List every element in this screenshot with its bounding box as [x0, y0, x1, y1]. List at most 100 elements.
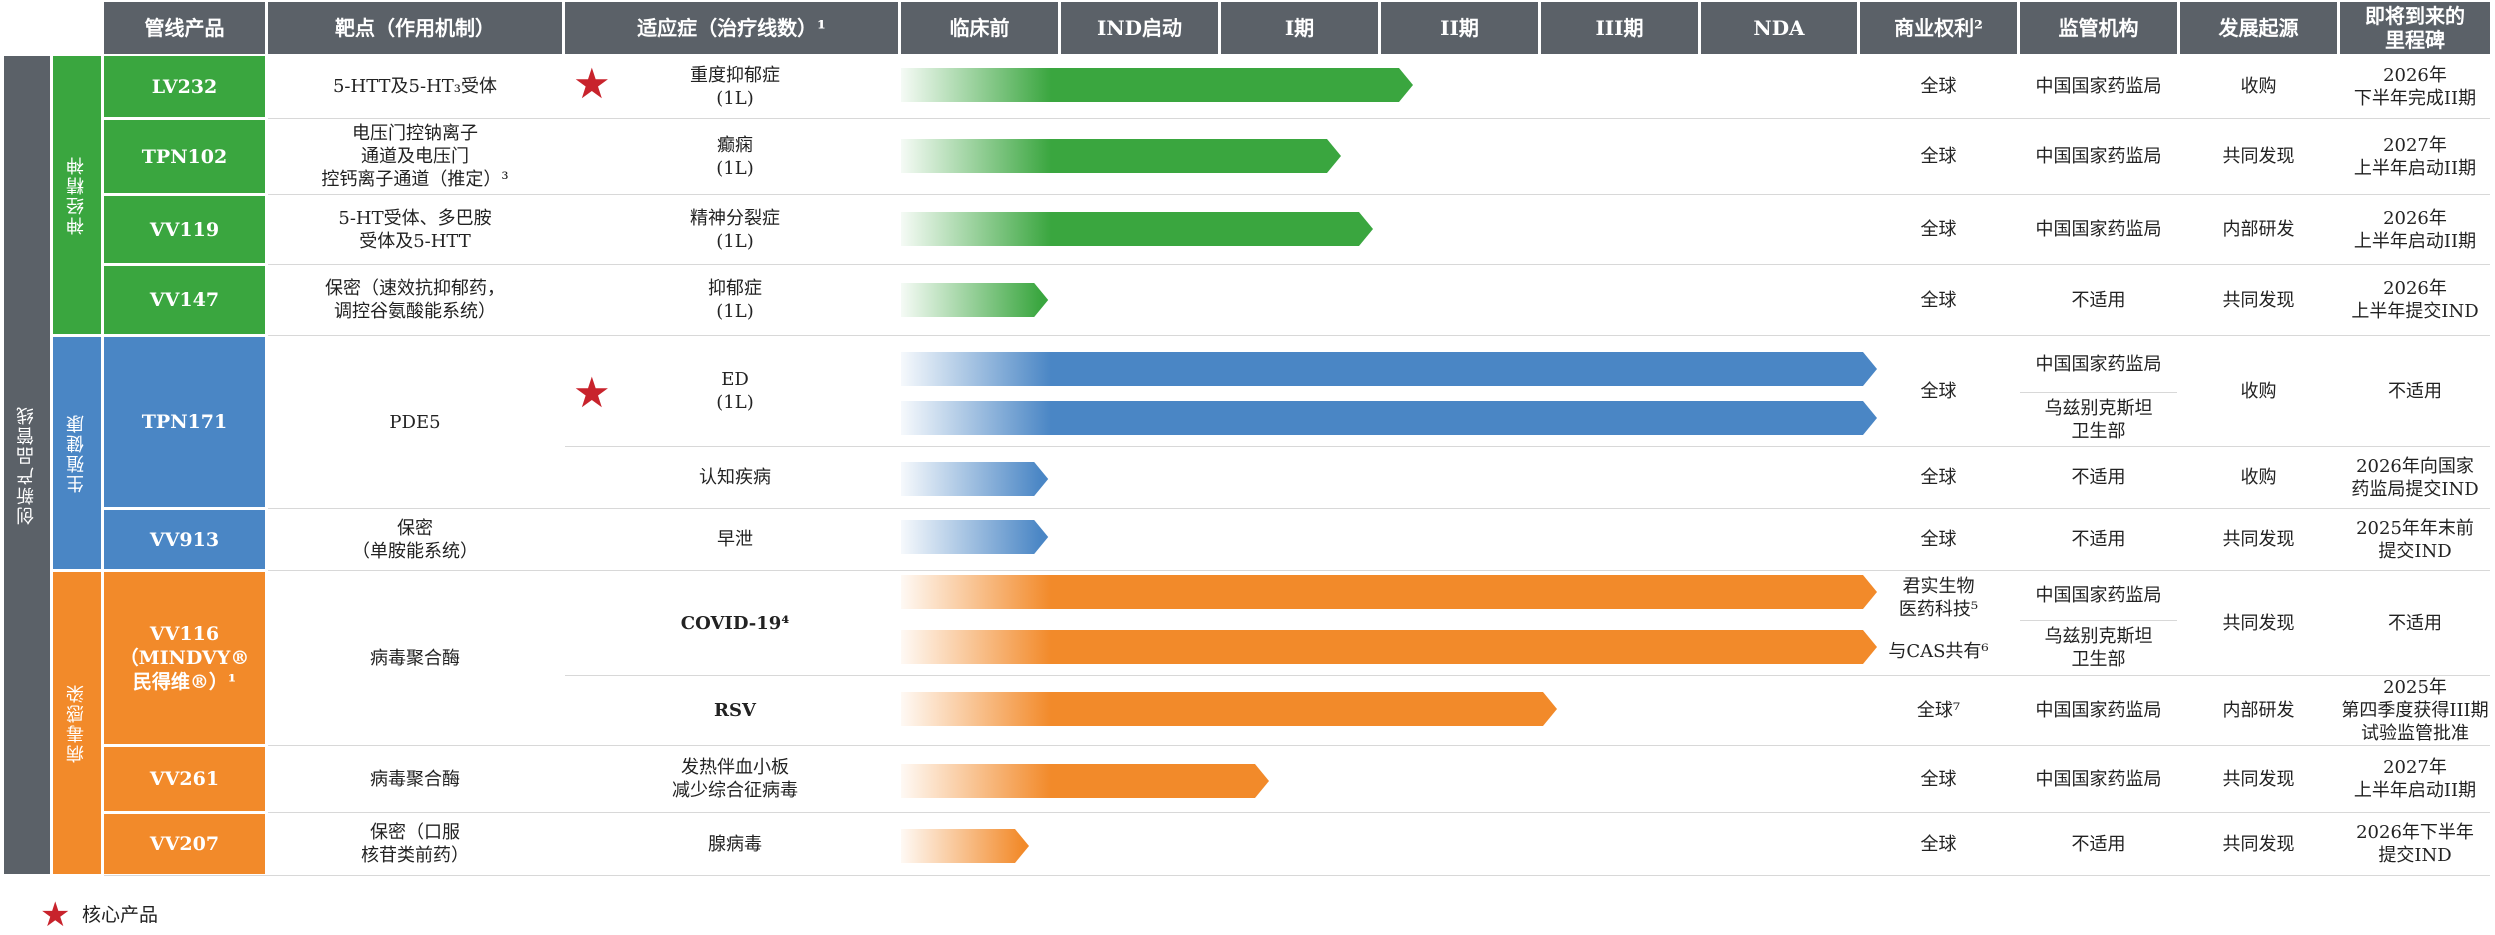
milestone-tpn171-cognitive: 2026年向国家 药监局提交IND [2351, 455, 2479, 500]
indication-tpn171-ed: ED (1L) [716, 369, 754, 413]
origin-tpn171-ed: 收购 [2240, 380, 2277, 402]
rights-vv207: 全球 [1920, 833, 1957, 855]
origin-vv119: 内部研发 [2222, 219, 2295, 240]
header-regulator: 监管机构 [2020, 2, 2177, 54]
rights-vv116-rsv: 全球⁷ [1916, 700, 1961, 721]
indication-vv913: 早泄 [717, 529, 753, 550]
row-divider [268, 570, 2490, 571]
origin-vv147: 共同发现 [2222, 289, 2295, 311]
regulator-lv232: 中国国家药监局 [2035, 76, 2162, 97]
progress-bar-vv116-covid-a [901, 575, 1877, 609]
product-code-tpn102: TPN102 [104, 120, 265, 193]
indication-vv116-covid: COVID-19⁴ [680, 612, 790, 634]
row-divider [104, 875, 2490, 876]
row-divider [268, 508, 2490, 509]
regulator-vv913: 不适用 [2071, 529, 2126, 550]
pipeline-chart: 管线产品 靶点（作用机制） 适应症（治疗线数）¹ 临床前 IND启动 I期 II… [0, 0, 2495, 934]
row-divider [2020, 620, 2177, 621]
indication-vv147: 抑郁症 (1L) [708, 278, 762, 322]
product-code-vv261: VV261 [104, 747, 265, 811]
regulator-vv116-rsv: 中国国家药监局 [2035, 700, 2162, 721]
header-origin: 发展起源 [2180, 2, 2337, 54]
progress-bar-tpn171-ed-a [901, 352, 1877, 386]
target-vv119: 5-HT受体、多巴胺 受体及5-HTT [338, 207, 492, 252]
progress-arrow [901, 212, 1373, 246]
header-rights: 商业权利² [1860, 2, 2017, 54]
rights-vv119: 全球 [1920, 219, 1957, 240]
regulator-vv261: 中国国家药监局 [2035, 768, 2162, 790]
core-product-star-icon: ★ [573, 59, 611, 108]
milestone-tpn171-ed: 不适用 [2388, 380, 2442, 402]
row-divider [268, 118, 2490, 119]
product-code-tpn171: TPN171 [104, 337, 265, 507]
rights-vv913: 全球 [1920, 529, 1957, 550]
milestone-lv232: 2026年 下半年完成II期 [2353, 64, 2477, 109]
progress-arrow [901, 575, 1877, 609]
row-divider [268, 335, 2490, 336]
origin-vv116-rsv: 内部研发 [2222, 700, 2295, 721]
indication-tpn102: 癫痫 (1L) [716, 134, 754, 179]
row-divider [268, 194, 2490, 195]
rights-tpn171-cognitive: 全球 [1920, 467, 1957, 488]
rights-vv261: 全球 [1920, 768, 1957, 790]
progress-bar-vv913 [901, 520, 1049, 554]
row-divider [565, 675, 2490, 676]
row-divider [268, 745, 2490, 746]
product-code-vv913: VV913 [104, 510, 265, 569]
indication-vv116-rsv: RSV [714, 700, 756, 721]
progress-arrow [901, 829, 1029, 863]
target-vv913: 保密 （单胺能系统） [352, 517, 478, 562]
target-tpn102: 电压门控钠离子 通道及电压门 控钙离子通道（推定）³ [321, 123, 509, 190]
row-divider [565, 446, 2490, 447]
regulator-tpn171-a: 中国国家药监局 [2035, 353, 2162, 375]
progress-bar-vv147 [901, 283, 1049, 317]
origin-tpn102: 共同发现 [2222, 146, 2295, 167]
progress-bar-lv232 [901, 68, 1413, 102]
progress-arrow [901, 462, 1049, 496]
regulator-vv207: 不适用 [2071, 833, 2126, 855]
header-phase-3: III期 [1541, 2, 1698, 54]
progress-bar-tpn102 [901, 139, 1341, 173]
milestone-vv207: 2026年下半年 提交IND [2356, 822, 2474, 866]
product-code-vv119: VV119 [104, 196, 265, 263]
progress-arrow [901, 520, 1049, 554]
legend-label: 核心产品 [82, 904, 159, 926]
progress-bar-vv119 [901, 212, 1373, 246]
product-code-vv116: VV116 （MINDVY® 民得维®）¹ [104, 572, 265, 744]
header-phase-2: II期 [1381, 2, 1538, 54]
progress-bar-vv261 [901, 764, 1269, 798]
origin-vv207: 共同发现 [2222, 833, 2295, 855]
regulator-tpn171-b: 乌兹别克斯坦 卫生部 [2044, 397, 2153, 442]
legend-star-icon: ★ [40, 895, 71, 935]
header-product: 管线产品 [104, 2, 265, 54]
category-label-neuro: 神经精神 [66, 155, 87, 235]
row-divider [268, 812, 2490, 813]
indication-lv232: 重度抑郁症 (1L) [690, 64, 780, 109]
origin-vv261: 共同发现 [2222, 768, 2295, 790]
progress-bar-vv116-rsv [901, 692, 1557, 726]
core-product-star-icon: ★ [573, 368, 611, 417]
progress-bar-tpn171-ed-b [901, 401, 1877, 435]
rights-vv116-covid-b: 与CAS共有⁶ [1888, 640, 1989, 662]
origin-vv116-covid: 共同发现 [2222, 612, 2295, 634]
regulator-vv119: 中国国家药监局 [2035, 219, 2162, 240]
milestone-vv119: 2026年 上半年启动II期 [2353, 207, 2477, 252]
header-milestone: 即将到来的 里程碑 [2340, 2, 2490, 54]
progress-arrow [901, 283, 1049, 317]
progress-arrow [901, 630, 1877, 664]
milestone-vv913: 2025年年末前 提交IND [2356, 517, 2474, 562]
rights-vv147: 全球 [1920, 289, 1957, 311]
progress-arrow [901, 352, 1877, 386]
header-phase-preclinical: 临床前 [901, 2, 1058, 54]
category-label-viral: 病毒感染 [66, 683, 87, 763]
header-phase-ind: IND启动 [1061, 2, 1218, 54]
origin-tpn171-cognitive: 收购 [2240, 467, 2277, 488]
regulator-tpn171-cognitive: 不适用 [2071, 467, 2126, 488]
progress-bar-tpn171-cognitive [901, 462, 1049, 496]
regulator-vv116-b: 乌兹别克斯坦 卫生部 [2044, 626, 2153, 670]
row-divider [268, 264, 2490, 265]
target-vv261: 病毒聚合酶 [370, 768, 460, 790]
header-phase-1: I期 [1221, 2, 1378, 54]
product-code-vv207: VV207 [104, 814, 265, 874]
indication-vv207: 腺病毒 [708, 833, 762, 855]
